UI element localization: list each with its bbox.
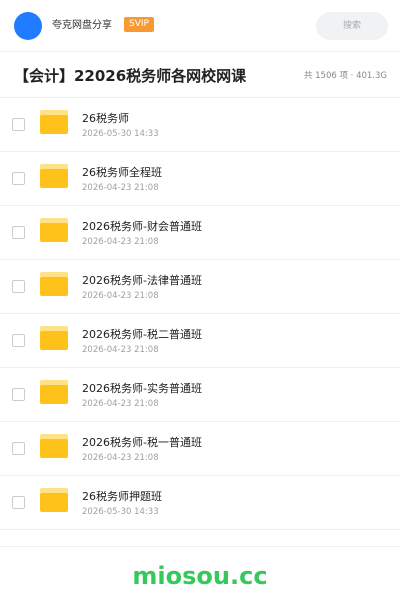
file-name[interactable]: 2026税务师-法律普通班 [82,274,202,288]
svip-badge: SVIP [124,17,154,32]
folder-icon [40,218,68,242]
share-title-bar: 【会计】22026税务师各网校网课 共 1506 项 · 401.3G [0,52,400,98]
row-checkbox[interactable] [12,280,25,293]
file-row[interactable]: 26税务师押题班 2026-05-30 14:33 [0,476,400,530]
folder-icon [40,326,68,350]
file-name[interactable]: 2026税务师-税二普通班 [82,328,202,342]
file-name[interactable]: 26税务师押题班 [82,490,162,504]
file-name[interactable]: 2026税务师-实务普通班 [82,382,202,396]
file-row[interactable]: 2026税务师-税二普通班 2026-04-23 21:08 [0,314,400,368]
folder-icon [40,110,68,134]
file-row[interactable]: 2026税务师-税一普通班 2026-04-23 21:08 [0,422,400,476]
header-bar: 夸克网盘分享 SVIP [0,0,400,52]
file-time: 2026-04-23 21:08 [82,453,159,463]
search-input[interactable] [316,12,388,40]
row-checkbox[interactable] [12,334,25,347]
file-time: 2026-04-23 21:08 [82,399,159,409]
file-time: 2026-04-23 21:08 [82,183,159,193]
folder-icon [40,272,68,296]
page-title: 【会计】22026税务师各网校网课 [14,67,247,85]
site-watermark[interactable]: miosou.cc [0,561,400,591]
file-row[interactable]: 2026税务师-实务普通班 2026-04-23 21:08 [0,368,400,422]
row-checkbox[interactable] [12,442,25,455]
file-row[interactable]: 2026税务师-法律普通班 2026-04-23 21:08 [0,260,400,314]
file-time: 2026-05-30 14:33 [82,507,159,517]
file-time: 2026-04-23 21:08 [82,291,159,301]
row-checkbox[interactable] [12,496,25,509]
file-row[interactable]: 26税务师 2026-05-30 14:33 [0,98,400,152]
avatar[interactable] [14,12,42,40]
row-checkbox[interactable] [12,388,25,401]
file-name[interactable]: 2026税务师-财会普通班 [82,220,202,234]
row-checkbox[interactable] [12,226,25,239]
file-time: 2026-04-23 21:08 [82,237,159,247]
row-checkbox[interactable] [12,118,25,131]
file-row[interactable]: 2026税务师-财会普通班 2026-04-23 21:08 [0,206,400,260]
row-checkbox[interactable] [12,172,25,185]
file-name[interactable]: 2026税务师-税一普通班 [82,436,202,450]
folder-icon [40,434,68,458]
footer: miosou.cc [0,546,400,600]
file-time: 2026-05-30 14:33 [82,129,159,139]
file-name[interactable]: 26税务师全程班 [82,166,162,180]
file-list: 26税务师 2026-05-30 14:33 26税务师全程班 2026-04-… [0,98,400,530]
folder-icon [40,488,68,512]
uploader-name[interactable]: 夸克网盘分享 [52,18,112,34]
file-time: 2026-04-23 21:08 [82,345,159,355]
file-row[interactable]: 26税务师全程班 2026-04-23 21:08 [0,152,400,206]
share-summary: 共 1506 项 · 401.3G [303,71,387,81]
folder-icon [40,380,68,404]
folder-icon [40,164,68,188]
file-name[interactable]: 26税务师 [82,112,129,126]
